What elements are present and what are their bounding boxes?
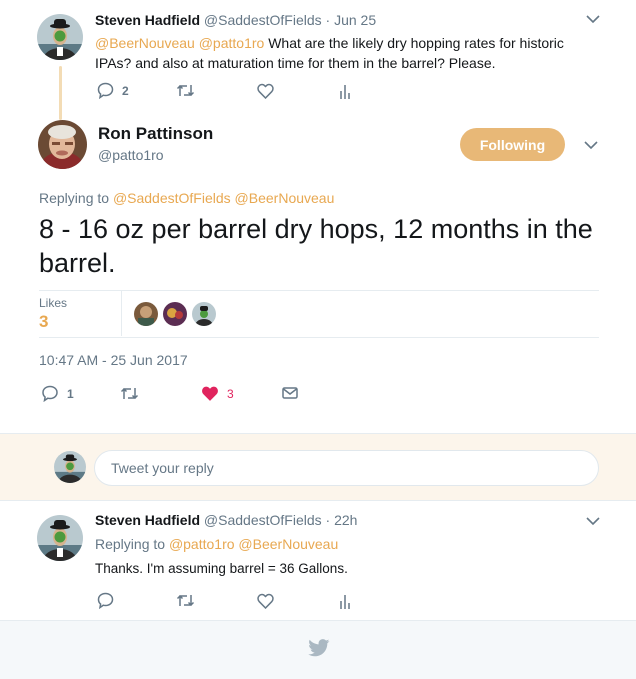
avatar[interactable] [38, 120, 87, 169]
tweet-text: 8 - 16 oz per barrel dry hops, 12 months… [39, 214, 593, 278]
author-name[interactable]: Steven Hadfield [95, 12, 200, 28]
likes-count[interactable]: 3 [39, 312, 48, 332]
following-button[interactable]: Following [460, 128, 565, 161]
liker-avatar[interactable] [134, 302, 158, 326]
avatar [54, 451, 86, 483]
dm-button[interactable] [282, 386, 298, 400]
like-count: 3 [227, 386, 234, 401]
like-icon [201, 385, 219, 402]
like-button[interactable]: 3 [201, 385, 234, 402]
reply-button[interactable]: 2 [97, 82, 129, 99]
retweet-button[interactable] [120, 386, 139, 401]
replying-to: Replying to @SaddestOfFields @BeerNouvea… [39, 190, 334, 206]
reply-icon [97, 82, 114, 99]
retweet-button[interactable] [176, 83, 195, 98]
avatar[interactable] [37, 14, 83, 60]
tweet-text: Thanks. I'm assuming barrel = 36 Gallons… [95, 561, 348, 576]
author-handle[interactable]: @SaddestOfFields [204, 12, 322, 28]
author-handle[interactable]: @SaddestOfFields [204, 512, 322, 528]
mention[interactable]: @patto1ro [199, 35, 265, 51]
author-name[interactable]: Steven Hadfield [95, 512, 200, 528]
mention[interactable]: @patto1ro [169, 536, 235, 552]
tweet-time[interactable]: Jun 25 [334, 12, 376, 28]
tweet-header: Steven Hadfield @SaddestOfFields · Jun 2… [95, 12, 376, 28]
mention[interactable]: @BeerNouveau [238, 536, 338, 552]
avatar[interactable] [37, 515, 83, 561]
author-handle[interactable]: @patto1ro [98, 147, 164, 163]
mention[interactable]: @BeerNouveau [235, 190, 335, 206]
tweet-text: @BeerNouveau @patto1ro What are the like… [95, 33, 595, 73]
chevron-down-icon[interactable] [586, 14, 600, 24]
replying-prefix: Replying to [95, 536, 166, 552]
thread-connector [59, 66, 62, 120]
stats-icon[interactable] [339, 593, 351, 609]
divider [39, 337, 599, 338]
reply-count: 1 [67, 386, 74, 401]
likes-label: Likes [39, 296, 68, 310]
separator: · [325, 12, 331, 28]
replying-to: Replying to @patto1ro @BeerNouveau [95, 536, 338, 552]
reply-icon [41, 385, 59, 402]
mention[interactable]: @BeerNouveau [95, 35, 195, 51]
reply-count: 2 [122, 83, 129, 98]
chevron-down-icon[interactable] [584, 140, 598, 150]
timestamp[interactable]: 10:47 AM - 25 Jun 2017 [39, 352, 188, 368]
tweet-time[interactable]: 22h [334, 512, 357, 528]
bird-icon [308, 639, 330, 657]
tweet-header: Steven Hadfield @SaddestOfFields · 22h [95, 512, 357, 528]
liker-avatar[interactable] [192, 302, 216, 326]
mention[interactable]: @SaddestOfFields [113, 190, 231, 206]
reply-input[interactable]: Tweet your reply [94, 450, 599, 486]
replying-prefix: Replying to [39, 190, 110, 206]
reply-button[interactable]: 1 [41, 385, 74, 402]
divider [39, 290, 599, 291]
divider [121, 291, 122, 336]
separator: · [325, 512, 331, 528]
author-name[interactable]: Ron Pattinson [98, 124, 213, 144]
chevron-down-icon[interactable] [586, 516, 600, 526]
liker-avatar[interactable] [163, 302, 187, 326]
reply-button[interactable] [97, 592, 114, 609]
like-button[interactable] [257, 593, 274, 609]
like-button[interactable] [257, 83, 274, 99]
retweet-button[interactable] [176, 593, 195, 608]
stats-icon[interactable] [339, 83, 351, 99]
